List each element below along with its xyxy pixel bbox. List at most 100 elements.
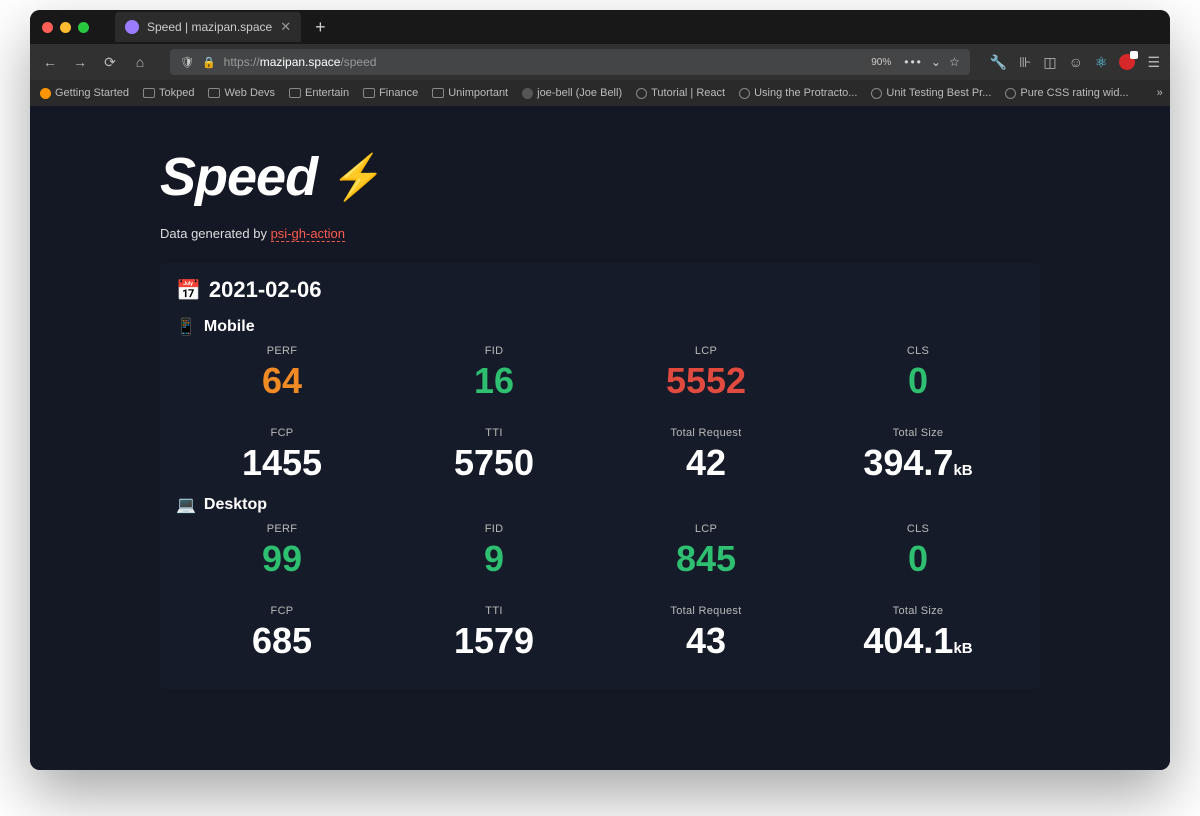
metric-fcp: FCP1455	[176, 427, 388, 481]
metric-label: Total Size	[812, 427, 1024, 439]
metric-label: CLS	[812, 523, 1024, 535]
menu-icon[interactable]: ☰	[1147, 54, 1160, 71]
bookmark-item[interactable]: Tokped	[143, 87, 194, 99]
metric-label: PERF	[176, 345, 388, 357]
zoom-indicator[interactable]: 90%	[866, 56, 896, 69]
ublock-icon[interactable]	[1119, 54, 1135, 70]
page-actions-icon[interactable]: •••	[904, 55, 923, 69]
metric-value: 64	[176, 363, 388, 399]
metric-value: 43	[600, 623, 812, 659]
metric-label: FID	[388, 345, 600, 357]
close-window-button[interactable]	[42, 22, 53, 33]
bookmark-item[interactable]: Tutorial | React	[636, 87, 725, 99]
metric-value: 9	[388, 541, 600, 577]
bookmark-label: Getting Started	[55, 87, 129, 99]
subtitle-prefix: Data generated by	[160, 226, 271, 241]
bookmark-item[interactable]: Getting Started	[40, 87, 129, 99]
bookmark-item[interactable]: Unimportant	[432, 87, 508, 99]
metric-total-size: Total Size404.1kB	[812, 605, 1024, 659]
metric-total-size: Total Size 394.7kB	[812, 427, 1024, 481]
folder-icon	[432, 88, 444, 98]
metric-label: FCP	[176, 427, 388, 439]
metric-label: FID	[388, 523, 600, 535]
bookmark-label: Web Devs	[224, 87, 275, 99]
react-devtools-icon[interactable]: ⚛	[1095, 54, 1108, 71]
bookmark-item[interactable]: Entertain	[289, 87, 349, 99]
back-button[interactable]: ←	[40, 54, 60, 70]
metric-label: LCP	[600, 345, 812, 357]
psi-gh-action-link[interactable]: psi-gh-action	[271, 226, 345, 242]
metric-tti: TTI5750	[388, 427, 600, 481]
metric-value: 394.7kB	[812, 445, 1024, 481]
site-icon	[739, 88, 750, 99]
browser-tab[interactable]: Speed | mazipan.space ✕	[115, 12, 301, 42]
nav-bar: ← → ⟳ ⌂ 🛡 🔒 https://mazipan.space/speed …	[30, 44, 1170, 80]
tab-strip: Speed | mazipan.space ✕ +	[30, 10, 1170, 44]
url-text: https://mazipan.space/speed	[224, 55, 377, 69]
shield-icon: 🛡	[180, 56, 194, 69]
forward-button[interactable]: →	[70, 54, 90, 70]
metric-label: Total Request	[600, 605, 812, 617]
bookmark-label: Pure CSS rating wid...	[1020, 87, 1128, 99]
metric-cls: CLS0	[812, 345, 1024, 399]
bookmark-item[interactable]: Pure CSS rating wid...	[1005, 87, 1128, 99]
report-date: 📅 2021-02-06	[176, 277, 1024, 303]
folder-icon	[143, 88, 155, 98]
device-section-header: 📱Mobile	[176, 317, 1024, 337]
bookmark-item[interactable]: joe-bell (Joe Bell)	[522, 87, 622, 99]
new-tab-button[interactable]: +	[309, 17, 332, 38]
library-icon[interactable]: ⊪	[1019, 54, 1031, 71]
page-title: Speed	[160, 146, 317, 208]
bookmarks-overflow-icon[interactable]: »	[1157, 87, 1163, 99]
bookmark-item[interactable]: Finance	[363, 87, 418, 99]
url-bar[interactable]: 🛡 🔒 https://mazipan.space/speed 90% ••• …	[170, 49, 970, 75]
page-viewport[interactable]: Speed ⚡ Data generated by psi-gh-action …	[30, 106, 1170, 770]
sidebar-icon[interactable]: ◫	[1043, 54, 1056, 71]
save-pocket-icon[interactable]: ⌄	[931, 55, 941, 69]
metric-lcp: LCP845	[600, 523, 812, 577]
metrics-grid: PERF64FID16LCP5552CLS0FCP1455TTI5750Tota…	[176, 345, 1024, 481]
bookmark-label: Finance	[379, 87, 418, 99]
metric-label: TTI	[388, 605, 600, 617]
metric-label: FCP	[176, 605, 388, 617]
bookmark-star-icon[interactable]: ☆	[949, 55, 960, 69]
reload-button[interactable]: ⟳	[100, 54, 120, 71]
bookmark-label: Tokped	[159, 87, 194, 99]
subtitle: Data generated by psi-gh-action	[160, 226, 1040, 241]
calendar-icon: 📅	[176, 278, 201, 303]
minimize-window-button[interactable]	[60, 22, 71, 33]
toolbar-right: 🔧 ⊪ ◫ ☺ ⚛ ☰	[990, 54, 1160, 71]
metric-perf: PERF 64	[176, 345, 388, 399]
report-date-text: 2021-02-06	[209, 277, 322, 303]
window-controls	[42, 22, 89, 33]
metric-value: 0	[812, 541, 1024, 577]
metric-value: 42	[600, 445, 812, 481]
metric-fid: FID 9	[388, 523, 600, 577]
metric-label: CLS	[812, 345, 1024, 357]
bookmark-item[interactable]: Web Devs	[208, 87, 275, 99]
tab-favicon	[125, 20, 139, 34]
home-button[interactable]: ⌂	[130, 54, 150, 70]
bookmark-label: Unimportant	[448, 87, 508, 99]
device-icon: 📱	[176, 317, 196, 337]
folder-icon	[289, 88, 301, 98]
bookmark-item[interactable]: Unit Testing Best Pr...	[871, 87, 991, 99]
metric-value: 5750	[388, 445, 600, 481]
report-card: 📅 2021-02-06 📱MobilePERF64FID16LCP5552CL…	[160, 263, 1040, 689]
close-tab-icon[interactable]: ✕	[280, 19, 291, 35]
metric-value: 5552	[600, 363, 812, 399]
firefox-icon	[40, 88, 51, 99]
bookmark-label: Tutorial | React	[651, 87, 725, 99]
browser-window: Speed | mazipan.space ✕ + ← → ⟳ ⌂ 🛡 🔒 ht…	[30, 10, 1170, 770]
bookmark-label: Entertain	[305, 87, 349, 99]
device-name: Desktop	[204, 496, 267, 514]
bookmark-item[interactable]: Using the Protracto...	[739, 87, 857, 99]
metric-value: 1579	[388, 623, 600, 659]
maximize-window-button[interactable]	[78, 22, 89, 33]
metric-total-request: Total Request42	[600, 427, 812, 481]
site-icon	[871, 88, 882, 99]
metric-label: LCP	[600, 523, 812, 535]
devtools-icon[interactable]: 🔧	[990, 54, 1007, 71]
account-icon[interactable]: ☺	[1069, 54, 1083, 70]
metric-cls: CLS 0	[812, 523, 1024, 577]
